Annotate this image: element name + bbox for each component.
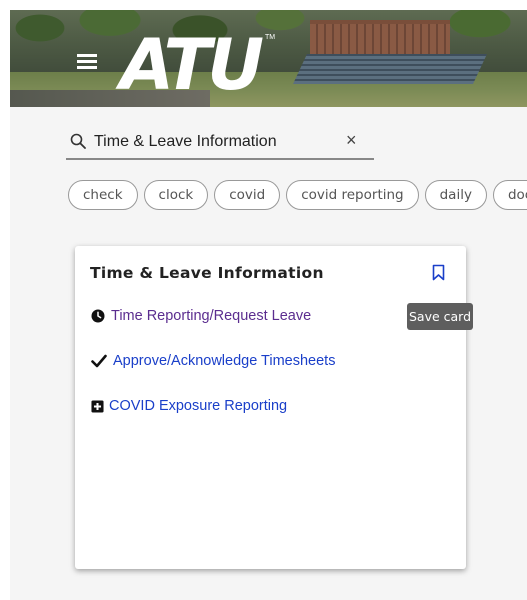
search-bar[interactable]: Time & Leave Information × bbox=[66, 126, 374, 160]
chip-clock[interactable]: clock bbox=[143, 180, 209, 210]
link-label[interactable]: Time Reporting/Request Leave bbox=[111, 308, 311, 324]
clock-icon bbox=[91, 309, 105, 323]
chip-covid-reporting[interactable]: covid reporting bbox=[286, 180, 419, 210]
link-label[interactable]: COVID Exposure Reporting bbox=[109, 398, 287, 414]
info-card: Time & Leave Information Time Reporting/… bbox=[75, 246, 466, 569]
hero-stadium-stands bbox=[293, 54, 487, 84]
card-title: Time & Leave Information bbox=[90, 264, 324, 282]
hero-banner: ATU TM bbox=[10, 10, 527, 107]
save-card-tooltip: Save card bbox=[407, 303, 473, 330]
hamburger-menu-icon[interactable] bbox=[77, 54, 97, 70]
checkmark-icon bbox=[91, 354, 107, 368]
atu-logo[interactable]: ATU bbox=[120, 30, 264, 100]
clear-search-icon[interactable]: × bbox=[346, 130, 357, 151]
chip-check[interactable]: check bbox=[68, 180, 138, 210]
search-input[interactable]: Time & Leave Information bbox=[94, 133, 277, 151]
search-icon bbox=[70, 133, 86, 149]
link-label[interactable]: Approve/Acknowledge Timesheets bbox=[113, 353, 335, 369]
page: ATU TM Time & Leave Information × check c… bbox=[10, 10, 527, 600]
chip-covid[interactable]: covid bbox=[214, 180, 281, 210]
chip-docu[interactable]: docu bbox=[492, 180, 527, 210]
plus-square-icon bbox=[91, 400, 104, 413]
tag-chip-list: checkclockcovidcovid reportingdailydocu bbox=[68, 180, 527, 212]
chip-daily[interactable]: daily bbox=[424, 180, 487, 210]
logo-trademark: TM bbox=[265, 34, 276, 41]
bookmark-icon[interactable] bbox=[432, 264, 445, 281]
